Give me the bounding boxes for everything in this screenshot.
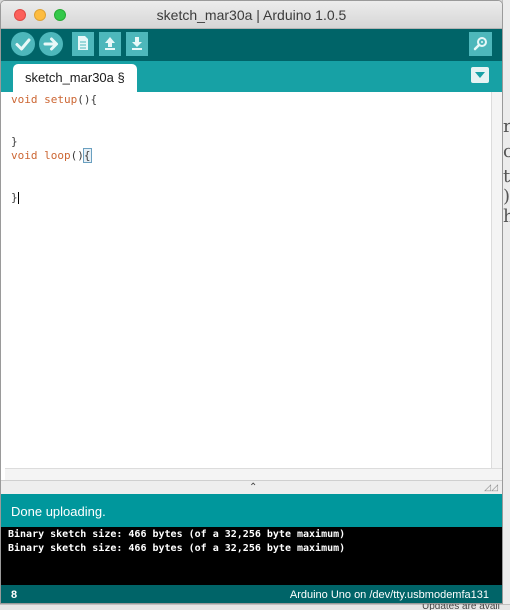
code-editor[interactable]: void setup(){ } void loop(){ }: [5, 92, 491, 468]
background-text: ): [503, 186, 510, 207]
board-port-info: Arduino Uno on /dev/tty.usbmodemfa131: [289, 589, 489, 601]
open-sketch-button[interactable]: [99, 32, 121, 56]
code-text: }: [11, 191, 18, 204]
console-line: Binary sketch size: 466 bytes (of a 32,2…: [8, 529, 346, 540]
right-arrow-icon: [43, 37, 58, 51]
function-name: setup: [44, 93, 78, 106]
window-title: sketch_mar30a | Arduino 1.0.5: [156, 7, 347, 23]
editor-vertical-scrollbar[interactable]: [491, 92, 502, 468]
arduino-window: sketch_mar30a | Arduino 1.0.5 sketch_mar…: [0, 0, 503, 604]
magnifier-icon: [473, 37, 487, 51]
tab-sketch-mar30a[interactable]: sketch_mar30a §: [13, 64, 137, 92]
code-text: (){: [77, 93, 98, 106]
background-text: r: [503, 116, 510, 137]
tab-menu-button[interactable]: [471, 67, 489, 83]
tab-bar: sketch_mar30a §: [1, 61, 502, 92]
verify-button[interactable]: [11, 32, 35, 56]
function-name: loop: [44, 149, 71, 162]
background-text: t: [503, 166, 510, 187]
console-output[interactable]: Binary sketch size: 466 bytes (of a 32,2…: [1, 527, 502, 585]
code-line: }: [11, 135, 18, 148]
toolbar: [1, 29, 502, 61]
code-text: (): [70, 149, 84, 162]
up-arrow-icon: [105, 37, 115, 50]
down-arrow-icon: [132, 37, 142, 50]
code-line: void loop(){: [11, 148, 92, 163]
text-cursor: [17, 192, 19, 204]
matched-brace: {: [82, 148, 92, 163]
current-line-number: 8: [11, 589, 18, 601]
title-bar[interactable]: sketch_mar30a | Arduino 1.0.5: [1, 1, 502, 29]
background-text: c: [503, 141, 510, 162]
console-line: Binary sketch size: 466 bytes (of a 32,2…: [8, 543, 346, 554]
status-bar: Done uploading.: [1, 494, 502, 527]
editor-console-splitter[interactable]: ⌃ ◿◿: [1, 480, 502, 494]
upload-button[interactable]: [39, 32, 63, 56]
code-line: }: [11, 191, 19, 205]
status-message: Done uploading.: [11, 504, 106, 519]
editor-horizontal-scrollbar[interactable]: [5, 468, 502, 480]
document-icon: [78, 36, 88, 50]
background-window: [502, 0, 510, 610]
code-line: void setup(){: [11, 93, 97, 107]
keyword: void: [11, 93, 38, 106]
save-sketch-button[interactable]: [126, 32, 148, 56]
new-sketch-button[interactable]: [72, 32, 94, 56]
checkmark-icon: [15, 38, 31, 51]
background-text: h: [503, 206, 510, 227]
resize-grip-icon[interactable]: ◿◿: [484, 482, 498, 493]
footer-bar: 8 Arduino Uno on /dev/tty.usbmodemfa131: [1, 585, 502, 603]
serial-monitor-button[interactable]: [469, 32, 492, 56]
keyword: void: [11, 149, 38, 162]
splitter-grip-icon[interactable]: ⌃: [249, 482, 257, 493]
